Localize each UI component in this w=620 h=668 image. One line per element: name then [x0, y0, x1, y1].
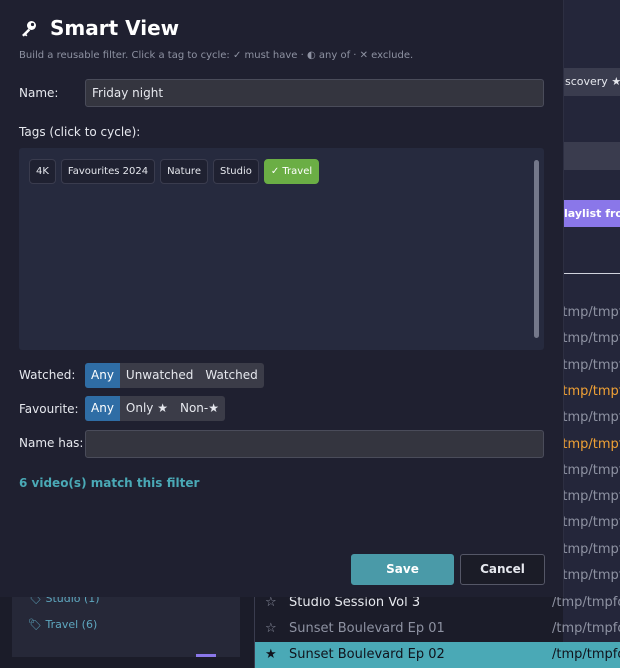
- video-row[interactable]: ☆ Sunset Boulevard Ep 01/tmp/tmpfo: [254, 616, 620, 642]
- favourite-star-icon[interactable]: ☆: [265, 616, 277, 642]
- tags-label: Tags (click to cycle):: [19, 125, 141, 139]
- file-path-cell: /tmp/tmpfo: [558, 462, 620, 478]
- dialog-subtitle: Build a reusable filter. Click a tag to …: [19, 50, 414, 61]
- smart-view-dialog: Smart View Build a reusable filter. Clic…: [0, 0, 564, 597]
- key-icon: [22, 21, 36, 37]
- sidebar-tag-travel[interactable]: 🏷 Travel (6): [28, 618, 97, 631]
- tags-scrollbar[interactable]: [534, 160, 539, 338]
- watched-segmented-control: Any Unwatched Watched: [85, 363, 264, 388]
- watched-label: Watched:: [19, 368, 76, 382]
- file-path-cell: /tmp/tmpfo: [558, 357, 620, 373]
- dialog-title: Smart View: [50, 16, 180, 40]
- name-has-label: Name has:: [19, 436, 84, 450]
- favourite-star-icon[interactable]: ★: [265, 642, 277, 668]
- file-path-cell: /tmp/tmpfo: [558, 489, 620, 505]
- file-path-cell: /tmp/tmpfo: [558, 515, 620, 531]
- file-path-cell: /tmp/tmpfo: [558, 410, 620, 426]
- name-has-input[interactable]: [85, 430, 544, 458]
- tag-chip[interactable]: Favourites 2024: [60, 159, 156, 184]
- playlist-from-button[interactable]: laylist from: [558, 200, 620, 227]
- file-path-cell: /tmp/tmpfo: [558, 331, 620, 347]
- discovery-button[interactable]: scovery ★: [558, 68, 620, 96]
- video-title: Sunset Boulevard Ep 01: [289, 621, 445, 636]
- background-search-field[interactable]: [558, 142, 620, 170]
- favourite-option[interactable]: Only ★: [120, 396, 174, 421]
- file-path-cell: /tmp/tmpfo: [558, 541, 620, 557]
- match-count: 6 video(s) match this filter: [19, 476, 200, 490]
- file-path-cell: /tmp/tmpfo: [558, 305, 620, 320]
- name-label: Name:: [19, 86, 59, 100]
- video-path: /tmp/tmpfo: [552, 621, 620, 636]
- watched-option[interactable]: Unwatched: [120, 363, 199, 388]
- file-path-cell: /tmp/tmpfo: [558, 436, 620, 452]
- favourite-segmented-control: Any Only ★ Non-★: [85, 396, 225, 421]
- name-input[interactable]: [85, 79, 544, 107]
- file-path-cell: /tmp/tmpfo: [558, 568, 620, 583]
- video-row[interactable]: ★ Sunset Boulevard Ep 02/tmp/tmpfo: [254, 642, 620, 668]
- column-divider: [558, 273, 620, 274]
- tag-chip[interactable]: ✓ Travel: [263, 159, 320, 184]
- video-title: Sunset Boulevard Ep 02: [289, 647, 445, 662]
- favourite-option[interactable]: Any: [85, 396, 120, 421]
- tag-chip[interactable]: Nature: [160, 159, 208, 184]
- favourite-label: Favourite:: [19, 402, 79, 416]
- tag-list: 4K Favourites 2024 Nature Studio ✓ Travel: [29, 159, 320, 184]
- tag-chip[interactable]: 4K: [29, 159, 56, 184]
- tags-panel: 4K Favourites 2024 Nature Studio ✓ Travel: [19, 148, 544, 350]
- cancel-button[interactable]: Cancel: [460, 554, 545, 585]
- save-button[interactable]: Save: [351, 554, 454, 585]
- watched-option[interactable]: Watched: [199, 363, 263, 388]
- video-path: /tmp/tmpfo: [552, 647, 620, 662]
- file-path-cell: /tmp/tmpfo: [558, 383, 620, 399]
- tag-chip[interactable]: Studio: [212, 159, 259, 184]
- dialog-header: Smart View: [20, 14, 179, 42]
- favourite-option[interactable]: Non-★: [174, 396, 225, 421]
- watched-option[interactable]: Any: [85, 363, 120, 388]
